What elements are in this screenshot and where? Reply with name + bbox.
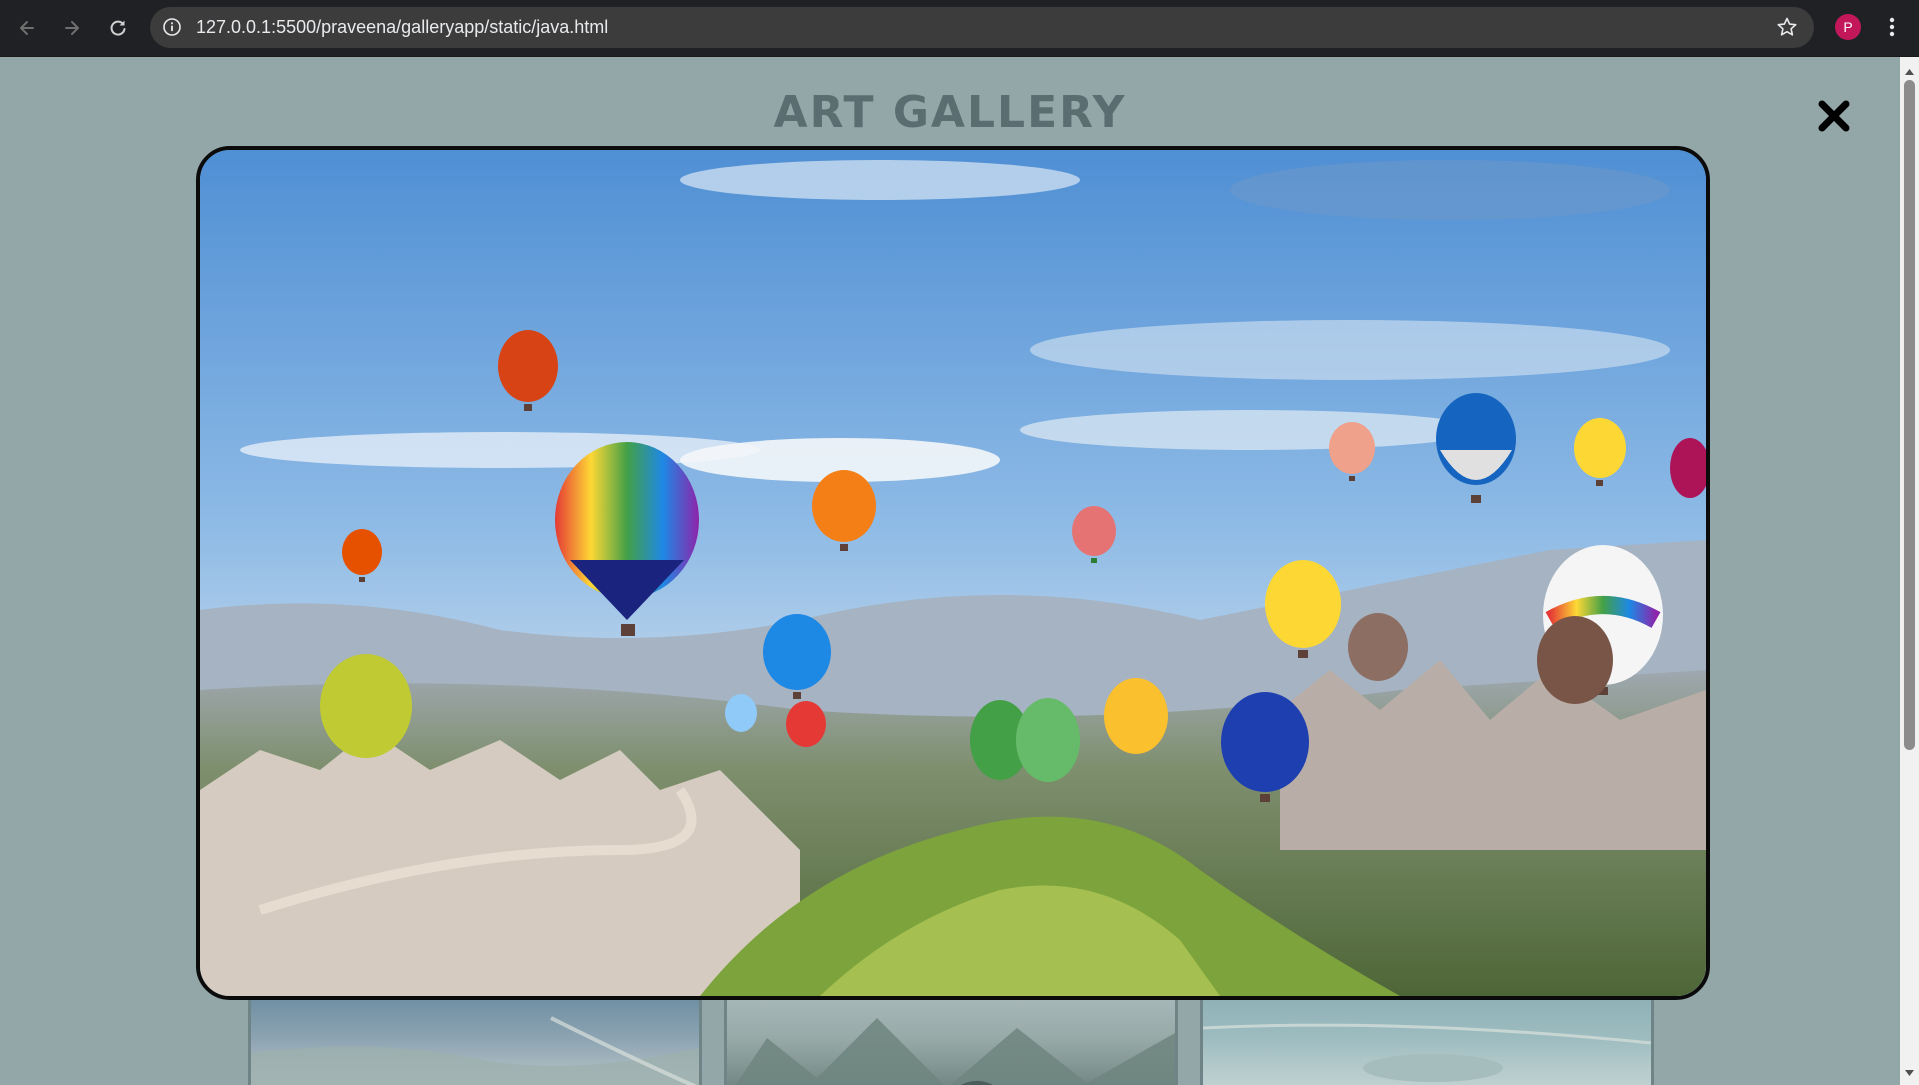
forward-button[interactable]	[58, 14, 86, 42]
modal-image-hot-air-balloons[interactable]	[196, 146, 1710, 1000]
star-icon[interactable]	[1776, 16, 1798, 42]
gallery-thumbnail-lagoon[interactable]	[1200, 995, 1654, 1085]
page-title: ART GALLERY	[773, 87, 1127, 138]
gallery-page: ART GALLERY	[0, 57, 1900, 1085]
reload-icon	[110, 20, 126, 36]
close-button[interactable]	[1814, 96, 1854, 136]
browser-toolbar: 127.0.0.1:5500/praveena/galleryapp/stati…	[0, 0, 1919, 57]
reload-button[interactable]	[104, 14, 132, 42]
arrow-right-icon	[65, 21, 79, 35]
arrow-left-icon	[20, 21, 34, 35]
scroll-up-icon[interactable]	[1904, 61, 1915, 80]
gallery-thumbnail-coastline[interactable]	[248, 995, 702, 1085]
url-text[interactable]: 127.0.0.1:5500/praveena/galleryapp/stati…	[196, 17, 608, 38]
info-icon[interactable]	[162, 17, 182, 41]
address-bar[interactable]: 127.0.0.1:5500/praveena/galleryapp/stati…	[150, 7, 1814, 48]
gallery-thumbnail-forest[interactable]	[724, 995, 1178, 1085]
scroll-down-icon[interactable]	[1904, 1062, 1915, 1081]
kebab-menu-icon[interactable]	[1885, 13, 1899, 45]
close-icon	[1818, 100, 1850, 132]
back-button[interactable]	[13, 14, 41, 42]
profile-avatar[interactable]: P	[1835, 14, 1861, 40]
page-scrollbar[interactable]	[1900, 57, 1919, 1085]
scrollbar-thumb[interactable]	[1904, 80, 1915, 750]
